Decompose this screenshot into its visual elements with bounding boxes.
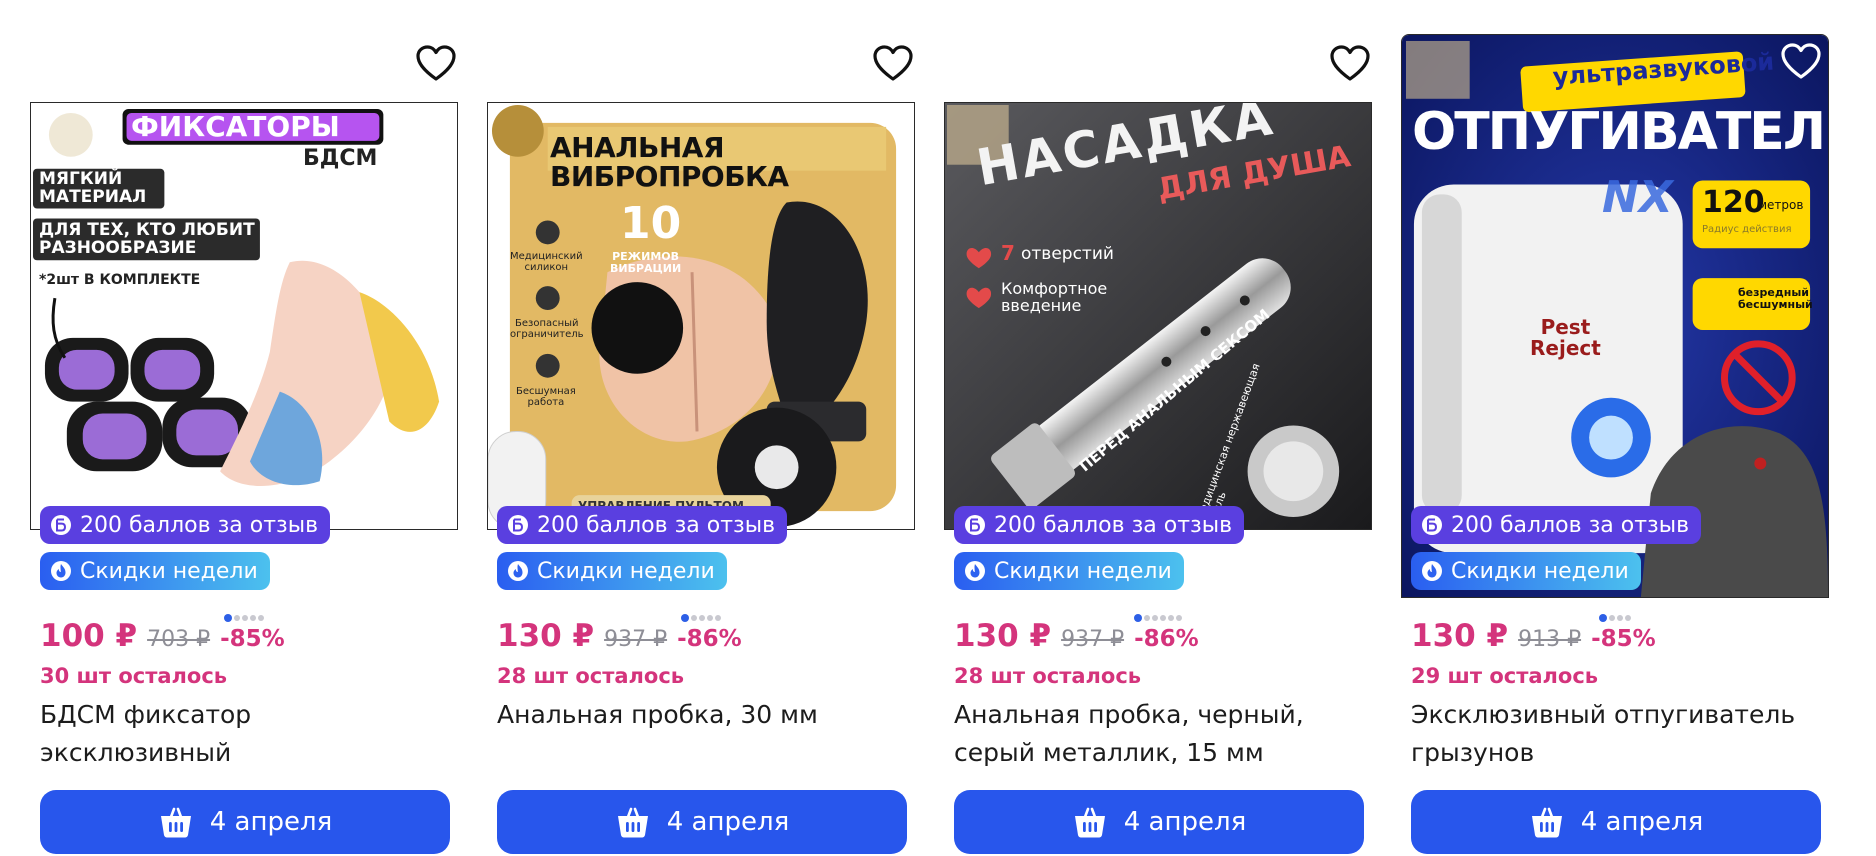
current-price: 130 ₽ [954,618,1052,654]
price-row: 130 ₽ 913 ₽ -85% [1411,618,1656,654]
delivery-date-label: 4 апреля [666,807,790,837]
b-points-icon [1422,515,1442,535]
image-caption: Радиус действия [1702,224,1792,235]
image-caption: Pest Reject [1530,315,1601,360]
image-caption: *2шт В КОМПЛЕКТЕ [39,272,201,288]
points-badge: 200 баллов за отзыв [497,506,788,544]
sale-badge-label: Скидки недели [994,558,1172,584]
points-badge-label: 200 баллов за отзыв [1451,512,1690,538]
old-price: 937 ₽ [604,627,668,652]
product-title[interactable]: Эксклюзивный отпугиватель грызунов [1411,696,1821,772]
product-title[interactable]: БДСМ фиксатор эксклюзивный [40,696,450,772]
heart-icon[interactable] [871,42,915,86]
image-caption: МЯГКИЙ МАТЕРИАЛ [39,169,147,207]
discount-percent: -86% [677,626,742,652]
image-caption: 120 [1702,185,1765,220]
flame-icon [1422,561,1442,581]
delivery-date-label: 4 апреля [1580,807,1704,837]
b-points-icon [965,515,985,535]
delivery-date-label: 4 апреля [209,807,333,837]
basket-icon [1074,807,1105,838]
b-points-icon [508,515,528,535]
add-to-cart-button[interactable]: 4 апреля [40,790,450,854]
b-points-icon [51,515,71,535]
image-pagination-dots[interactable] [944,606,1372,622]
points-badge: 200 баллов за отзыв [40,506,331,544]
image-caption: 7 [1001,241,1015,265]
basket-icon [160,807,191,838]
sale-badge-label: Скидки недели [80,558,258,584]
sale-badge: Скидки недели [1411,552,1641,590]
flame-icon [508,561,528,581]
image-pagination-dots[interactable] [487,606,915,622]
image-caption: метров [1758,198,1804,212]
old-price: 913 ₽ [1518,627,1582,652]
product-image[interactable]: НАСАДКА ДЛЯ ДУША 7 отверстий Комфортное … [944,102,1372,530]
price-row: 130 ₽ 937 ₽ -86% [954,618,1199,654]
sale-badge: Скидки недели [954,552,1184,590]
product-photo [31,103,457,529]
image-caption: Комфортное введение [1001,279,1108,315]
image-caption: ФИКСАТОРЫ [131,110,340,143]
image-caption: безредный бесшумный [1738,286,1813,311]
old-price: 703 ₽ [147,627,211,652]
current-price: 100 ₽ [40,618,138,654]
heart-icon[interactable] [1779,40,1823,84]
product-image[interactable]: ФИКСАТОРЫ БДСМ МЯГКИЙ МАТЕРИАЛ ДЛЯ ТЕХ, … [30,102,458,530]
discount-percent: -85% [1591,626,1656,652]
current-price: 130 ₽ [1411,618,1509,654]
flame-icon [51,561,71,581]
points-badge: 200 баллов за отзыв [954,506,1245,544]
sale-badge: Скидки недели [40,552,270,590]
image-caption: Безопасный ограничитель [510,318,584,340]
sale-badge-label: Скидки недели [537,558,715,584]
image-caption: Бесшумная работа [516,386,576,408]
image-caption: Медицинский силикон [510,251,583,273]
image-caption: отверстий [1021,244,1114,264]
sale-badge: Скидки недели [497,552,727,590]
price-row: 100 ₽ 703 ₽ -85% [40,618,285,654]
product-card[interactable]: НАСАДКА ДЛЯ ДУША 7 отверстий Комфортное … [944,34,1372,856]
old-price: 937 ₽ [1061,627,1125,652]
sale-badge-label: Скидки недели [1451,558,1629,584]
points-badge-label: 200 баллов за отзыв [994,512,1233,538]
points-badge: 200 баллов за отзыв [1411,506,1702,544]
add-to-cart-button[interactable]: 4 апреля [1411,790,1821,854]
image-caption: АНАЛЬНАЯ ВИБРОПРОБКА [550,131,789,194]
current-price: 130 ₽ [497,618,595,654]
discount-percent: -86% [1134,626,1199,652]
product-card[interactable]: ультразвуковой ОТПУГИВАТЕЛЬ 120 метров Р… [1401,34,1829,856]
product-card[interactable]: АНАЛЬНАЯ ВИБРОПРОБКА 10 РЕЖИМОВ ВИБРАЦИИ… [487,34,915,856]
stock-remaining: 30 шт осталось [40,664,228,688]
stock-remaining: 28 шт осталось [497,664,685,688]
heart-icon[interactable] [1328,42,1372,86]
image-pagination-dots[interactable] [30,606,458,622]
discount-percent: -85% [220,626,285,652]
product-card[interactable]: ФИКСАТОРЫ БДСМ МЯГКИЙ МАТЕРИАЛ ДЛЯ ТЕХ, … [30,34,458,856]
basket-icon [617,807,648,838]
heart-icon[interactable] [414,42,458,86]
image-caption: РЕЖИМОВ ВИБРАЦИИ [610,250,682,275]
image-caption: NX [1602,172,1673,223]
image-caption: 10 [620,198,682,249]
price-row: 130 ₽ 937 ₽ -86% [497,618,742,654]
stock-remaining: 28 шт осталось [954,664,1142,688]
image-pagination-dots[interactable] [1401,606,1829,622]
add-to-cart-button[interactable]: 4 апреля [954,790,1364,854]
points-badge-label: 200 баллов за отзыв [537,512,776,538]
add-to-cart-button[interactable]: 4 апреля [497,790,907,854]
basket-icon [1531,807,1562,838]
image-caption: ДЛЯ ТЕХ, КТО ЛЮБИТ РАЗНООБРАЗИЕ [39,220,255,258]
image-caption: БДСМ [303,146,378,171]
image-caption: ОТПУГИВАТЕЛЬ [1412,102,1829,162]
points-badge-label: 200 баллов за отзыв [80,512,319,538]
delivery-date-label: 4 апреля [1123,807,1247,837]
product-title[interactable]: Анальная пробка, черный, серый металлик,… [954,696,1364,772]
product-title[interactable]: Анальная пробка, 30 мм [497,696,907,734]
product-grid: ФИКСАТОРЫ БДСМ МЯГКИЙ МАТЕРИАЛ ДЛЯ ТЕХ, … [30,34,1830,856]
product-image[interactable]: АНАЛЬНАЯ ВИБРОПРОБКА 10 РЕЖИМОВ ВИБРАЦИИ… [487,102,915,530]
flame-icon [965,561,985,581]
stock-remaining: 29 шт осталось [1411,664,1599,688]
